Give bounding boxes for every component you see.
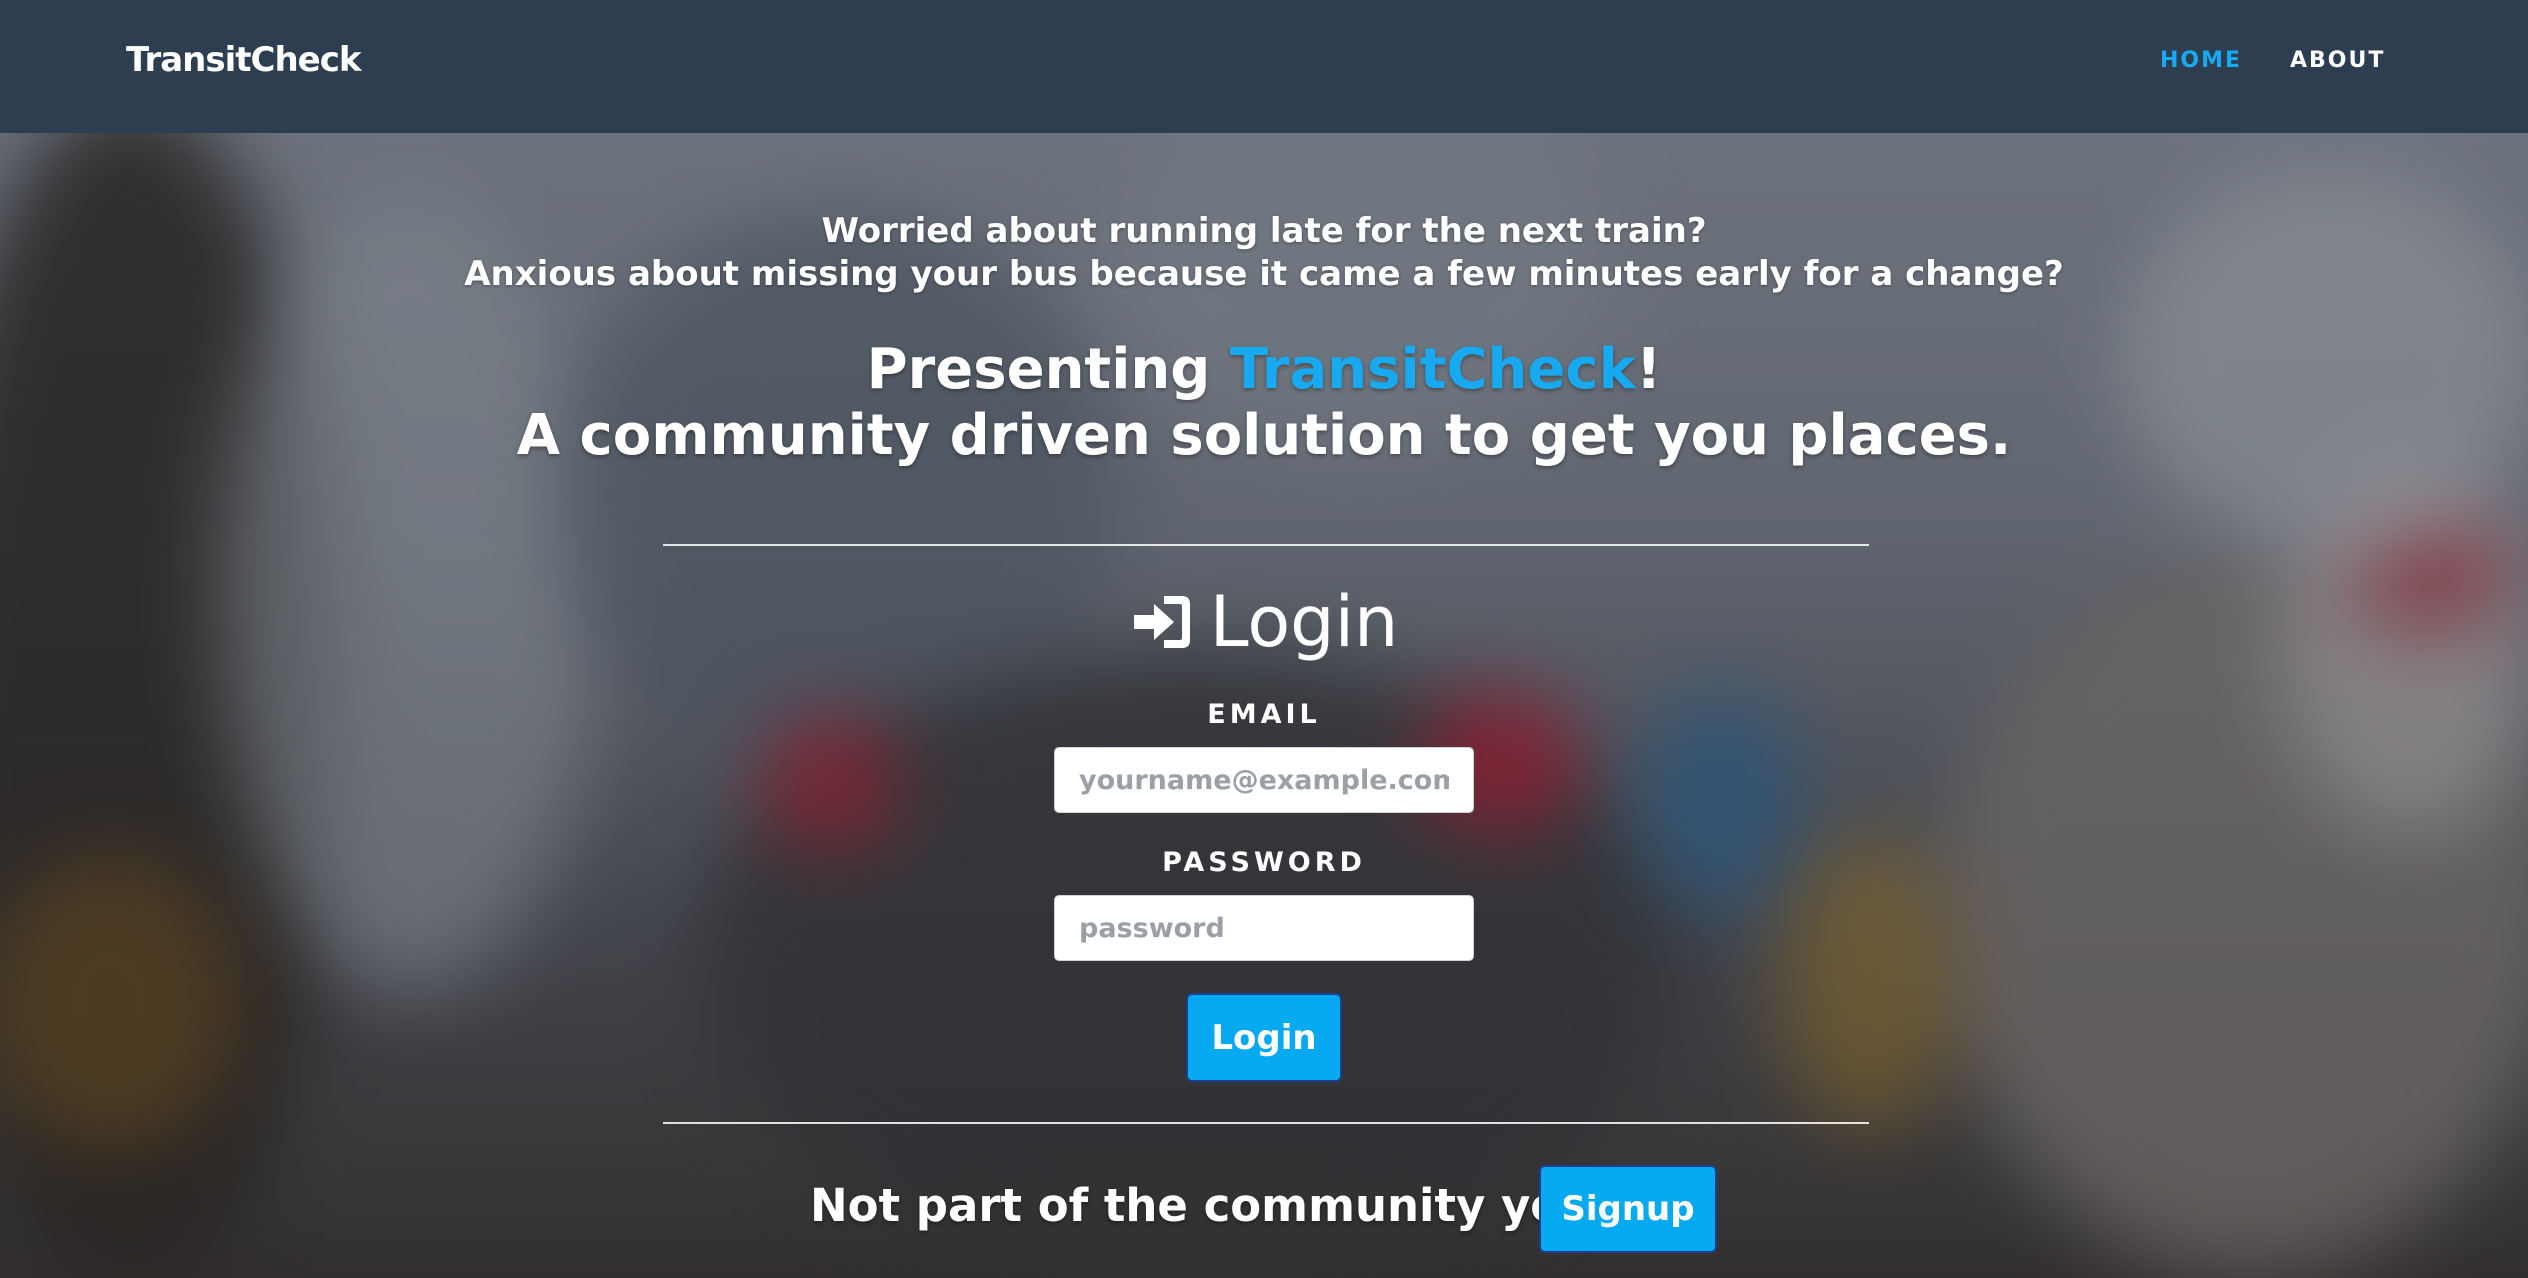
- password-field[interactable]: [1054, 895, 1474, 961]
- signup-prompt: Not part of the community yet?: [810, 1179, 1609, 1232]
- hero-content: Worried about running late for the next …: [0, 133, 2528, 1278]
- headline-slogan: A community driven solution to get you p…: [516, 403, 2012, 468]
- headline-brand: TransitCheck: [1229, 337, 1636, 402]
- signup-button[interactable]: Signup: [1539, 1165, 1717, 1253]
- nav-link-home[interactable]: HOME: [2160, 48, 2242, 73]
- brand-logo[interactable]: TransitCheck: [126, 40, 361, 80]
- top-navbar: TransitCheck HOME ABOUT: [0, 0, 2528, 133]
- login-heading: Login: [0, 581, 2528, 663]
- nav-link-about[interactable]: ABOUT: [2290, 48, 2385, 73]
- divider-top: [663, 544, 1869, 546]
- headline-suffix: !: [1635, 337, 1662, 402]
- login-title: Login: [1209, 581, 1399, 663]
- headline-presenting: Presenting TransitCheck!: [0, 337, 2528, 402]
- headline-prefix: Presenting: [866, 337, 1230, 402]
- tagline-line-2: Anxious about missing your bus because i…: [464, 254, 2064, 294]
- email-field[interactable]: [1054, 747, 1474, 813]
- divider-bottom: [663, 1122, 1869, 1124]
- email-label: EMAIL: [1207, 699, 1321, 730]
- tagline-line-1: Worried about running late for the next …: [821, 211, 1707, 251]
- password-label: PASSWORD: [1162, 847, 1366, 878]
- sign-in-icon: [1133, 596, 1190, 648]
- login-button[interactable]: Login: [1186, 993, 1342, 1082]
